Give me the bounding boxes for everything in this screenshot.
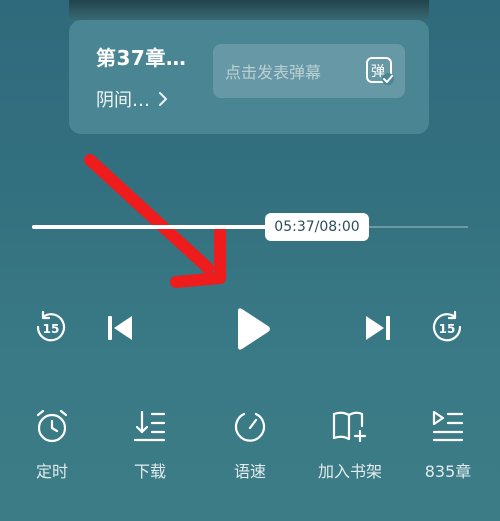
- next-chapter-button[interactable]: [362, 312, 394, 344]
- chapter-list-button[interactable]: 835章: [400, 400, 496, 481]
- add-bookshelf-button[interactable]: 加入书架: [302, 400, 398, 481]
- chapter-title[interactable]: 第37章…: [96, 42, 186, 71]
- chapter-count-label: 835章: [424, 462, 472, 481]
- timer-button[interactable]: 定时: [4, 400, 100, 481]
- download-list-icon: [133, 410, 166, 442]
- danmaku-placeholder: 点击发表弹幕: [225, 63, 322, 82]
- chevron-right-icon: [159, 92, 167, 106]
- add-bookshelf-icon: [332, 411, 367, 443]
- add-bookshelf-label: 加入书架: [317, 462, 382, 481]
- danmaku-input[interactable]: 点击发表弹幕 弹: [213, 44, 405, 98]
- danmaku-toggle-icon[interactable]: 弹: [365, 56, 395, 86]
- rewind-15-button[interactable]: 15: [32, 310, 68, 346]
- timer-label: 定时: [35, 462, 68, 481]
- speed-label: 语速: [233, 462, 266, 481]
- rewind-seconds-label: 15: [43, 322, 60, 336]
- chapter-list-icon: [432, 410, 464, 442]
- cover-art-strip: [69, 0, 429, 22]
- forward-15-button[interactable]: 15: [430, 310, 466, 346]
- play-icon: [238, 308, 270, 350]
- progress-time-label[interactable]: 05:37/08:00: [265, 213, 369, 241]
- skip-next-icon: [366, 316, 390, 340]
- forward-seconds-label: 15: [439, 322, 456, 336]
- progress-bar[interactable]: [32, 225, 468, 229]
- speed-gauge-icon: [234, 412, 266, 442]
- download-label: 下载: [133, 462, 166, 481]
- book-name: 阴间…: [96, 90, 150, 111]
- book-link[interactable]: 阴间…: [96, 86, 168, 112]
- rewind-15-icon: 15: [36, 310, 66, 342]
- play-button[interactable]: [230, 305, 274, 353]
- alarm-clock-icon: [36, 409, 68, 443]
- previous-chapter-button[interactable]: [104, 312, 136, 344]
- chapter-card: 第37章… 阴间… 点击发表弹幕 弹: [69, 20, 429, 134]
- speed-button[interactable]: 语速: [202, 400, 298, 481]
- skip-previous-icon: [108, 316, 132, 340]
- forward-15-icon: 15: [432, 310, 462, 342]
- download-button[interactable]: 下载: [102, 400, 198, 481]
